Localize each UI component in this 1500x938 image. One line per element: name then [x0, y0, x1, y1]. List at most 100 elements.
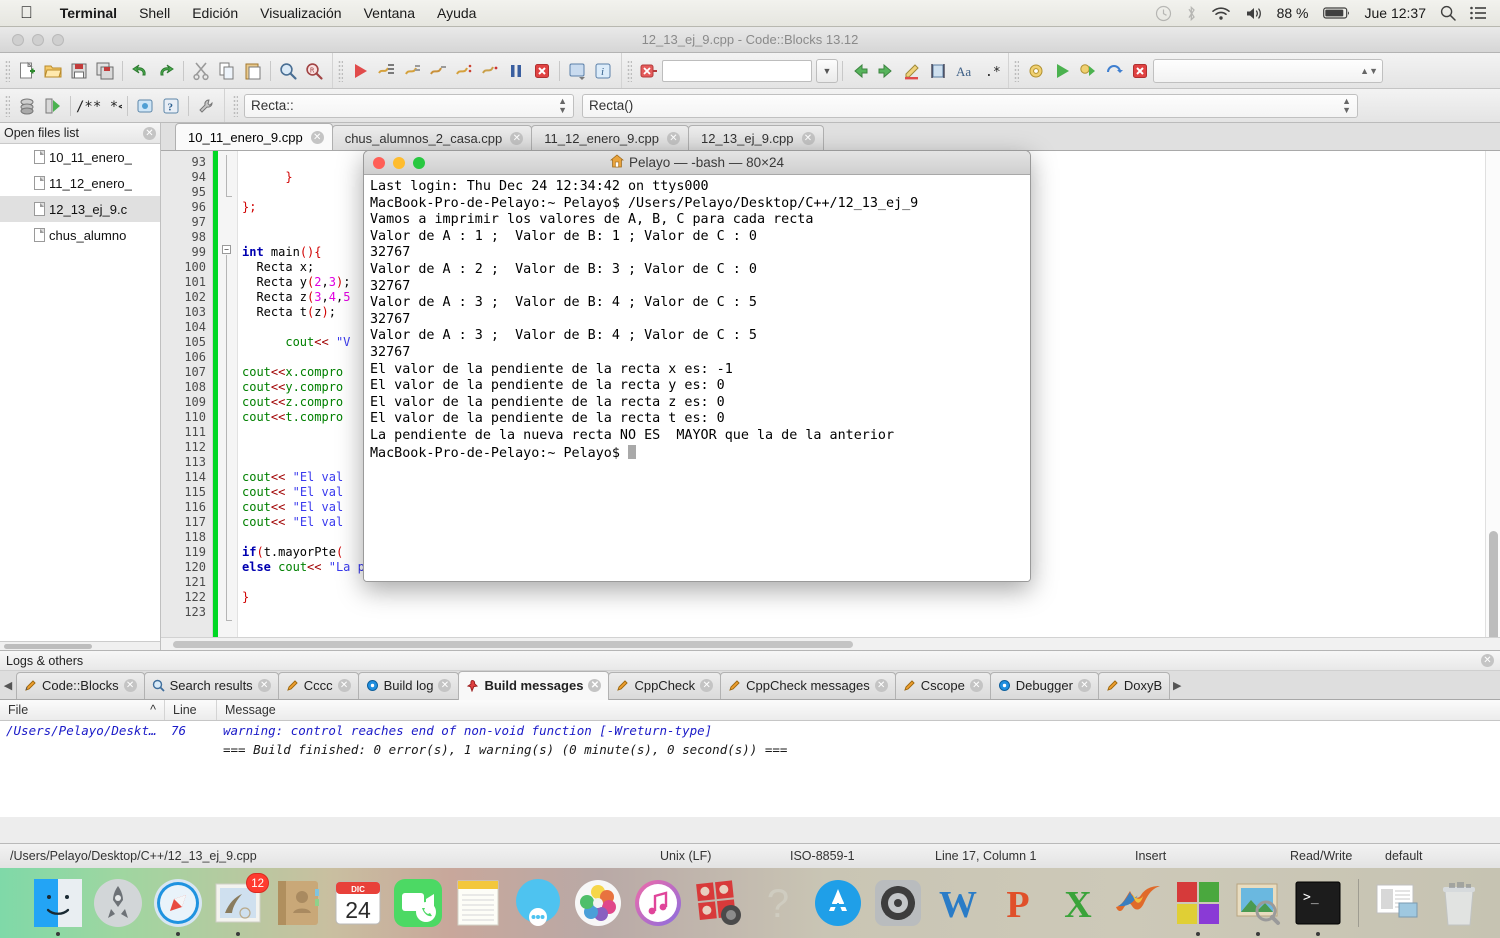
menu-item-terminal[interactable]: Terminal [49, 5, 128, 21]
logs-tab-cppcheck-messages[interactable]: CppCheck messages ✕ [720, 671, 896, 699]
doxyblocks-icon[interactable] [132, 93, 158, 119]
terminal-window[interactable]: Pelayo — -bash — 80×24 Last login: Thu D… [363, 150, 1031, 582]
find-next-icon[interactable] [873, 58, 899, 84]
dock-item-contacts[interactable] [272, 877, 324, 929]
run-icon[interactable] [347, 58, 373, 84]
undo-icon[interactable] [127, 58, 153, 84]
replace-icon[interactable]: R [301, 58, 327, 84]
logs-tab-debugger[interactable]: Debugger ✕ [989, 671, 1099, 699]
timemachine-icon[interactable] [1155, 5, 1172, 22]
match-case-icon[interactable]: Aa [951, 58, 977, 84]
find-previous-icon[interactable] [847, 58, 873, 84]
highlight-icon[interactable] [899, 58, 925, 84]
info-icon[interactable]: i [590, 58, 616, 84]
close-tab-icon[interactable]: ✕ [588, 679, 602, 692]
logs-tab-build-messages[interactable]: Build messages ✕ [458, 670, 610, 700]
menu-item-shell[interactable]: Shell [128, 5, 181, 21]
editor-horizontal-scrollbar[interactable] [161, 637, 1500, 650]
close-find-icon[interactable] [636, 58, 662, 84]
settings-wrench-icon[interactable] [193, 93, 219, 119]
terminal-output[interactable]: Last login: Thu Dec 24 12:34:42 on ttys0… [364, 175, 1030, 581]
open-file-item-12_13[interactable]: 12_13_ej_9.c [0, 196, 160, 222]
column-header-message[interactable]: Message [217, 700, 1500, 720]
function-combo[interactable]: Recta() ▲ ▼ [582, 93, 1358, 118]
menu-item-edicion[interactable]: Edición [181, 5, 249, 21]
toolbar-grip[interactable] [627, 59, 632, 82]
abort-build-icon[interactable] [451, 58, 477, 84]
stop-icon[interactable] [529, 58, 555, 84]
close-tab-icon[interactable]: ✕ [666, 131, 680, 145]
bluetooth-icon[interactable] [1186, 5, 1197, 22]
find-icon[interactable] [275, 58, 301, 84]
menu-item-ventana[interactable]: Ventana [353, 5, 426, 21]
zoom-window-button[interactable] [413, 156, 425, 169]
column-header-line[interactable]: Line [165, 700, 217, 720]
editor-tab-11_12[interactable]: 11_12_enero_9.cpp ✕ [531, 125, 689, 150]
close-tab-icon[interactable]: ✕ [874, 679, 888, 692]
regex-icon[interactable]: .* [977, 58, 1003, 84]
wifi-icon[interactable] [1211, 6, 1231, 21]
next-error-icon[interactable] [477, 58, 503, 84]
editor-tab-12_13[interactable]: 12_13_ej_9.cpp ✕ [687, 125, 824, 150]
dock-item-launchpad[interactable] [92, 877, 144, 929]
open-file-item-11_12[interactable]: 11_12_enero_ [0, 170, 160, 196]
pause-icon[interactable] [503, 58, 529, 84]
notification-center-icon[interactable] [1470, 6, 1486, 20]
close-window-button[interactable] [373, 156, 385, 169]
dock-item-itunes[interactable] [632, 877, 684, 929]
logs-tab-search-results[interactable]: Search results ✕ [143, 671, 279, 699]
close-open-files-panel-icon[interactable]: ✕ [143, 126, 156, 140]
scroll-tabs-left-icon[interactable]: ◀ [0, 679, 16, 692]
dock-item-notes[interactable] [452, 877, 504, 929]
chevron-down-icon[interactable]: ▼ [816, 58, 838, 83]
dock-item-excel[interactable]: X [1052, 877, 1104, 929]
scroll-tabs-right-icon[interactable]: ▶ [1169, 679, 1185, 692]
debug-target-combo[interactable]: ▲▼ [1153, 58, 1383, 83]
stepper-arrows-icon[interactable]: ▲ ▼ [558, 96, 567, 115]
dock-item-system-preferences[interactable] [872, 877, 924, 929]
logs-tab-cppcheck[interactable]: CppCheck ✕ [608, 671, 722, 699]
dock-item-finder[interactable] [32, 877, 84, 936]
open-file-item-10_11[interactable]: 10_11_enero_ [0, 144, 160, 170]
editor-tab-10_11[interactable]: 10_11_enero_9.cpp ✕ [175, 123, 333, 150]
goto-declaration-icon[interactable] [40, 93, 66, 119]
close-tab-icon[interactable]: ✕ [700, 679, 714, 692]
dock-item-word[interactable]: W [932, 877, 984, 929]
select-target-icon[interactable] [564, 58, 590, 84]
close-tab-icon[interactable]: ✕ [510, 131, 524, 145]
close-tab-icon[interactable]: ✕ [123, 679, 137, 692]
menu-item-ayuda[interactable]: Ayuda [426, 5, 487, 21]
dock-item-mail[interactable]: 12 [212, 873, 269, 936]
menu-bar-clock[interactable]: Jue 12:37 [1365, 5, 1427, 21]
dock-item-documents-stack[interactable] [1373, 877, 1425, 929]
close-tab-icon[interactable]: ✕ [310, 130, 324, 144]
dock-item-codeblocks[interactable] [1172, 877, 1224, 936]
paste-icon[interactable] [240, 58, 266, 84]
logs-tab-codeblocks[interactable]: Code::Blocks ✕ [16, 671, 145, 699]
toolbar-grip[interactable] [233, 94, 238, 117]
zoom-window-button[interactable] [52, 33, 64, 46]
save-icon[interactable] [66, 58, 92, 84]
dock-item-messages[interactable] [512, 877, 564, 929]
dock-item-terminal[interactable]: >_ [1292, 877, 1344, 936]
dock-item-photo-booth[interactable] [692, 877, 744, 929]
dock-item-safari[interactable] [152, 877, 204, 936]
copy-icon[interactable] [214, 58, 240, 84]
new-file-icon[interactable] [14, 58, 40, 84]
close-tab-icon[interactable]: ✕ [337, 679, 351, 692]
editor-tab-chus[interactable]: chus_alumnos_2_casa.cpp ✕ [331, 125, 533, 150]
debug-continue-icon[interactable] [1075, 58, 1101, 84]
close-window-button[interactable] [12, 33, 24, 46]
table-row[interactable]: === Build finished: 0 error(s), 1 warnin… [0, 740, 1500, 759]
dock-item-help[interactable]: ? [752, 877, 804, 929]
help-icon[interactable]: ? [158, 93, 184, 119]
toolbar-grip[interactable] [5, 94, 10, 117]
selected-text-icon[interactable] [925, 58, 951, 84]
stepper-arrows-icon[interactable]: ▲ ▼ [1342, 96, 1351, 115]
logs-tab-doxyblocks[interactable]: DoxyB [1097, 671, 1171, 699]
terminal-window-controls[interactable] [364, 156, 425, 169]
redo-icon[interactable] [153, 58, 179, 84]
debug-run-icon[interactable] [1049, 58, 1075, 84]
toolbar-grip[interactable] [338, 59, 343, 82]
open-file-icon[interactable] [40, 58, 66, 84]
